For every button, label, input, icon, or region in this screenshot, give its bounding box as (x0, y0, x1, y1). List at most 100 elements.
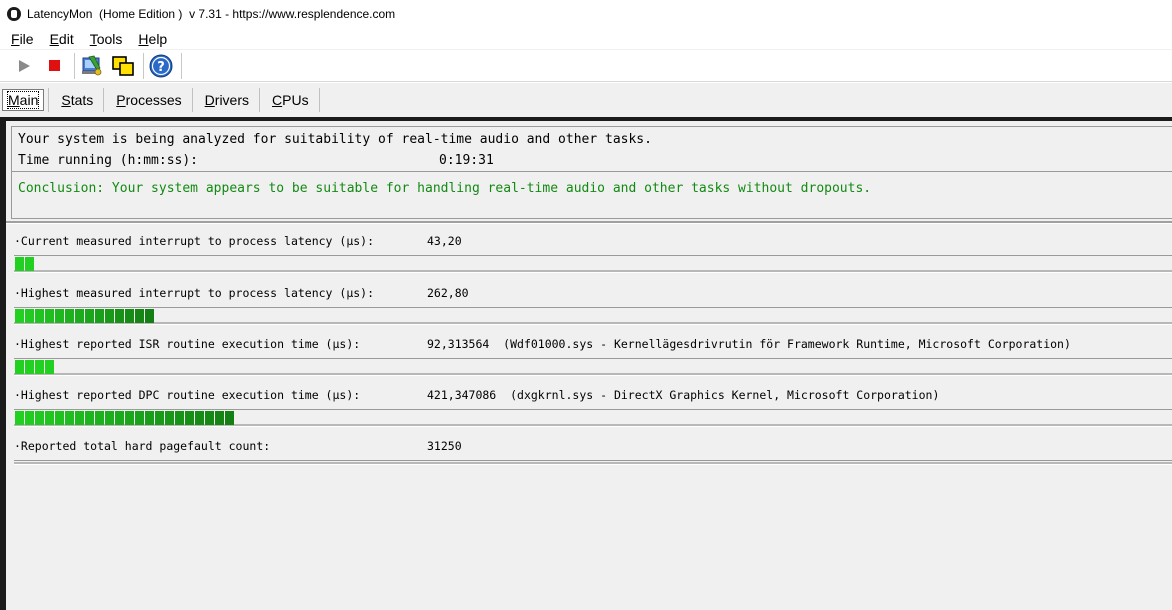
bar-segment (45, 360, 54, 374)
help-button[interactable]: ? (148, 53, 174, 79)
bar-segment (75, 411, 84, 425)
latency-bar-fill (15, 360, 55, 374)
analysis-status-text: Your system is being analyzed for suitab… (18, 132, 652, 147)
check-drivers-button[interactable] (79, 53, 105, 79)
conclusion-text: Conclusion: Your system appears to be su… (18, 181, 872, 196)
metric-value: 43,20 (427, 234, 462, 248)
bar-segment (175, 411, 184, 425)
svg-text:?: ? (157, 60, 165, 75)
metric-label: ·Reported total hard pagefault count: (14, 439, 271, 453)
bar-segment (115, 309, 124, 323)
tab-stats[interactable]: Stats (55, 89, 99, 111)
menu-bar: File Edit Tools Help (0, 28, 1172, 50)
menu-edit[interactable]: Edit (45, 31, 74, 47)
bar-segment (45, 411, 54, 425)
menu-tools[interactable]: Tools (85, 31, 123, 47)
latency-bar (14, 409, 1172, 427)
latency-bar (14, 255, 1172, 273)
bar-segment (105, 309, 114, 323)
tab-separator (191, 88, 193, 112)
windows-icon (112, 55, 134, 76)
app-icon (7, 7, 21, 21)
menu-help[interactable]: Help (133, 31, 167, 47)
metric-value: 31250 (427, 439, 462, 453)
help-icon: ? (149, 54, 173, 77)
toolbar-separator (74, 52, 75, 79)
latency-bar-fill (15, 257, 35, 271)
start-button[interactable] (10, 53, 36, 79)
bar-segment (55, 309, 64, 323)
bar-segment (215, 411, 224, 425)
toolbar-separator (181, 52, 182, 79)
conclusion-box: Conclusion: Your system appears to be su… (11, 172, 1172, 219)
bar-segment (15, 309, 24, 323)
tab-bar: Main Stats Processes Drivers CPUs (0, 83, 1172, 117)
bar-segment (225, 411, 234, 425)
time-running-value: 0:19:31 (439, 153, 494, 168)
metric-value: 92,313564 (Wdf01000.sys - Kernellägesdri… (427, 337, 1071, 351)
bar-segment (195, 411, 204, 425)
bar-segment (65, 309, 74, 323)
latency-bar (14, 358, 1172, 376)
tab-drivers[interactable]: Drivers (199, 89, 255, 111)
play-icon (18, 59, 30, 72)
tab-separator (48, 88, 50, 112)
bar-segment (55, 411, 64, 425)
bar-segment (25, 411, 34, 425)
bar-segment (105, 411, 114, 425)
tab-separator (103, 88, 105, 112)
time-running-label: Time running (h:mm:ss): (18, 153, 199, 168)
latency-bar-fill (15, 411, 235, 425)
bar-segment (15, 360, 24, 374)
metric-value: 262,80 (427, 286, 469, 300)
metric-detail: (dxgkrnl.sys - DirectX Graphics Kernel, … (510, 388, 940, 402)
section-divider (6, 221, 1172, 224)
bar-segment (45, 309, 54, 323)
bar-segment (95, 309, 104, 323)
bar-segment (95, 411, 104, 425)
menu-file[interactable]: File (6, 31, 34, 47)
bar-segment (15, 411, 24, 425)
bar-segment (25, 309, 34, 323)
windows-button[interactable] (110, 53, 136, 79)
metric-label: ·Highest reported DPC routine execution … (14, 388, 361, 402)
metric-label: ·Highest reported ISR routine execution … (14, 337, 361, 351)
bar-segment (125, 309, 134, 323)
stop-button[interactable] (41, 53, 67, 79)
check-drivers-icon (82, 55, 102, 75)
main-panel: Your system is being analyzed for suitab… (0, 117, 1172, 610)
analysis-status-box: Your system is being analyzed for suitab… (11, 126, 1172, 172)
bar-segment (15, 257, 24, 271)
bar-segment (145, 309, 154, 323)
tab-processes[interactable]: Processes (110, 89, 187, 111)
bar-segment (85, 411, 94, 425)
tab-cpus[interactable]: CPUs (266, 89, 315, 111)
bar-segment (115, 411, 124, 425)
bar-segment (35, 411, 44, 425)
tab-main[interactable]: Main (2, 89, 45, 111)
bar-segment (75, 309, 84, 323)
toolbar: ? (0, 50, 1172, 82)
bar-segment (205, 411, 214, 425)
toolbar-separator (143, 52, 144, 79)
metric-value: 421,347086 (dxgkrnl.sys - DirectX Graphi… (427, 388, 940, 402)
bar-segment (125, 411, 134, 425)
pagefault-bar (14, 460, 1172, 465)
window-title: LatencyMon (Home Edition ) v 7.31 - http… (27, 7, 396, 21)
bar-segment (165, 411, 174, 425)
latency-bar (14, 307, 1172, 325)
metric-detail: (Wdf01000.sys - Kernellägesdrivrutin för… (503, 337, 1071, 351)
bar-segment (35, 309, 44, 323)
metric-label: ·Highest measured interrupt to process l… (14, 286, 375, 300)
title-bar: LatencyMon (Home Edition ) v 7.31 - http… (0, 0, 1172, 28)
stop-icon (48, 60, 60, 71)
tab-separator (318, 88, 320, 112)
bar-segment (85, 309, 94, 323)
bar-segment (135, 309, 144, 323)
metric-label: ·Current measured interrupt to process l… (14, 234, 375, 248)
bar-segment (185, 411, 194, 425)
bar-segment (25, 360, 34, 374)
bar-segment (25, 257, 34, 271)
tab-separator (259, 88, 261, 112)
bar-segment (135, 411, 144, 425)
